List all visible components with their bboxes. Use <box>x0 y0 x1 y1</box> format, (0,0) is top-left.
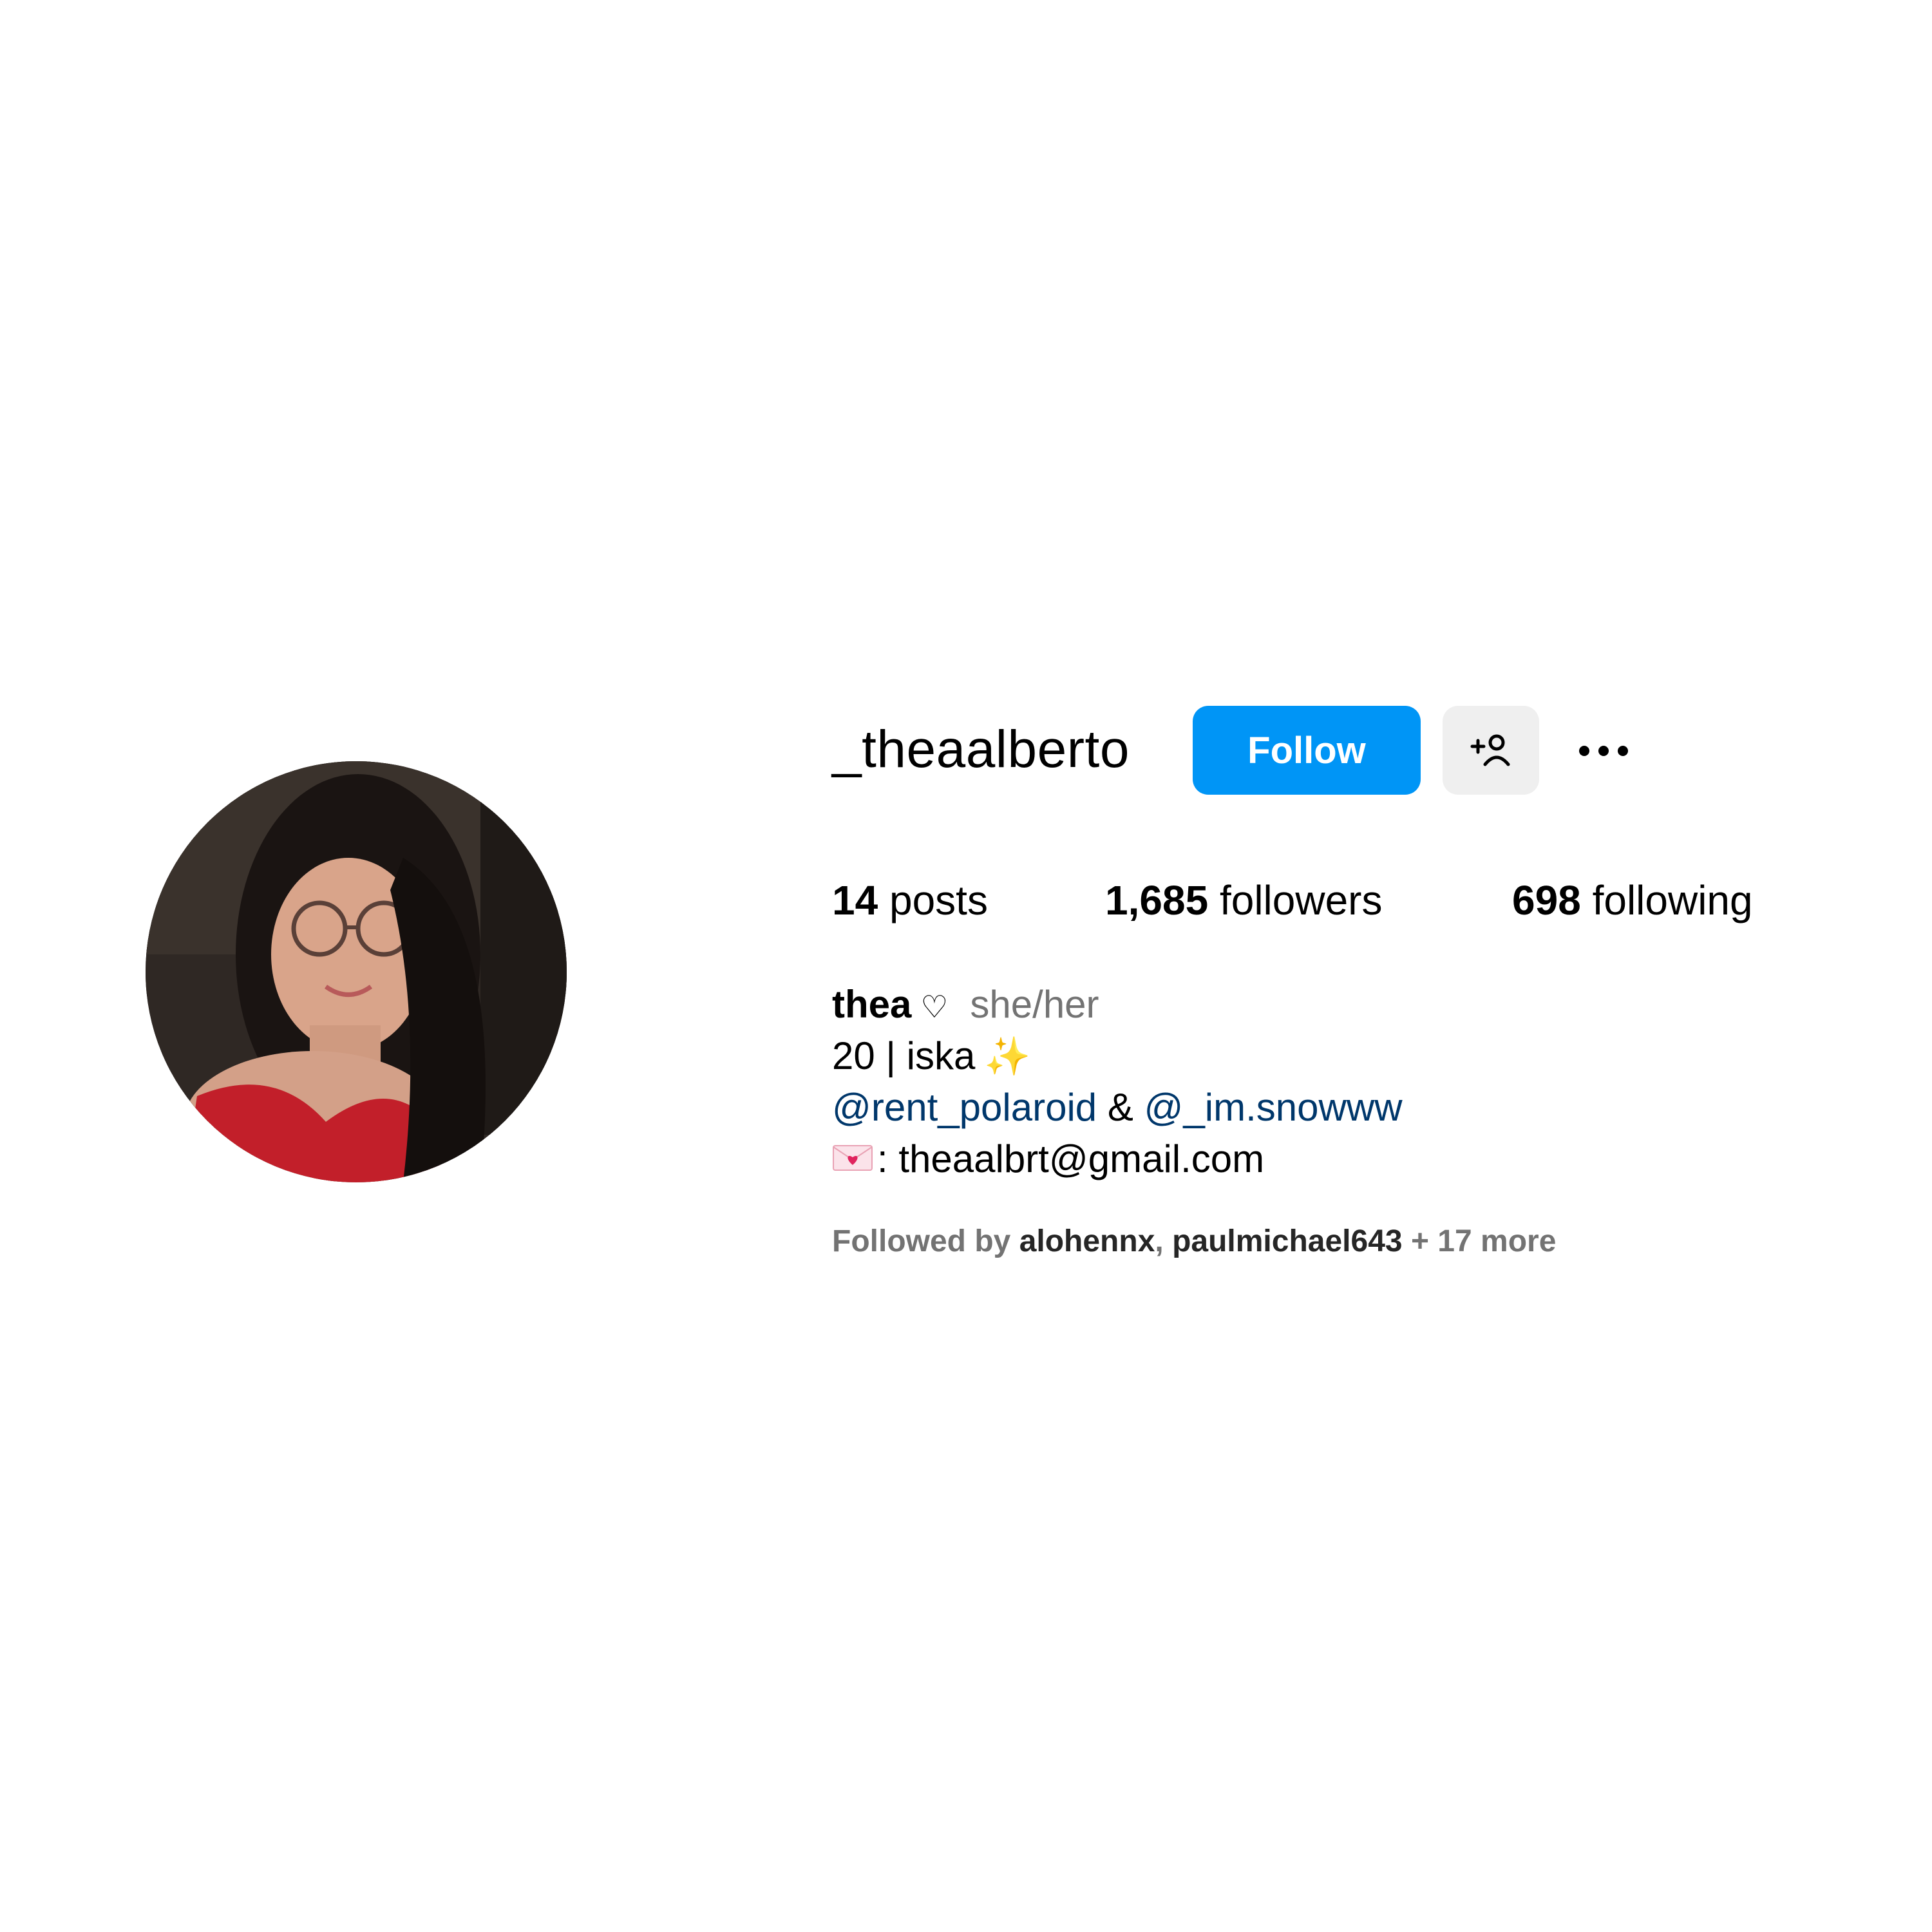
profile-username: _theaalberto <box>832 720 1130 779</box>
mention-link-im-snowww[interactable]: @_im.snowww <box>1144 1086 1403 1129</box>
followed-by[interactable]: Followed by alohennx, paulmichael643 + 1… <box>832 1221 1556 1262</box>
followed-by-prefix: Followed by <box>832 1224 1011 1258</box>
followed-by-more[interactable]: + 17 more <box>1411 1224 1556 1258</box>
more-options-icon <box>1579 746 1589 756</box>
follower-link-paulmichael643[interactable]: paulmichael643 <box>1172 1224 1403 1258</box>
mention-link-rent-polaroid[interactable]: @rent_polaroid <box>832 1086 1097 1129</box>
follower-link-alohennx[interactable]: alohennx <box>1019 1224 1155 1258</box>
bio-line-age: 20 | iska ✨ <box>832 1030 1403 1082</box>
posts-number: 14 <box>832 877 878 923</box>
following-link[interactable]: 698 following <box>1512 873 1753 927</box>
heart-icon: ♡ <box>920 990 949 1025</box>
sparkles-icon: ✨ <box>984 1036 1031 1077</box>
followed-by-separator: , <box>1155 1224 1164 1258</box>
bio-line-mentions: @rent_polaroid & @_im.snowww <box>832 1082 1403 1133</box>
following-label: following <box>1592 877 1753 923</box>
person-add-icon <box>1470 734 1510 766</box>
posts-label: posts <box>889 877 988 923</box>
followers-label: followers <box>1219 877 1383 923</box>
pronouns: she/her <box>970 983 1099 1026</box>
more-options-button[interactable] <box>1565 725 1642 777</box>
avatar-photo <box>146 761 567 1182</box>
bio-text: 20 | iska <box>832 1034 976 1077</box>
mention-connector: & <box>1107 1086 1133 1129</box>
bio-line-email: : theaalbrt@gmail.com <box>832 1133 1403 1185</box>
follow-button[interactable]: Follow <box>1193 706 1421 795</box>
posts-count: 14 posts <box>832 873 988 927</box>
more-options-icon-dot <box>1618 746 1628 756</box>
followers-number: 1,685 <box>1105 877 1209 923</box>
email-address: theaalbrt@gmail.com <box>898 1137 1265 1180</box>
profile-bio: thea ♡ she/her 20 | iska ✨ @rent_polaroid &… <box>832 979 1403 1185</box>
love-letter-icon <box>833 1145 873 1171</box>
email-prefix: : <box>877 1137 888 1180</box>
more-options-icon-dot <box>1598 746 1609 756</box>
profile-avatar[interactable] <box>146 761 567 1182</box>
followers-link[interactable]: 1,685 followers <box>1105 873 1382 927</box>
suggested-accounts-button[interactable] <box>1443 706 1539 795</box>
bio-name-line: thea ♡ she/her <box>832 979 1403 1030</box>
display-name: thea <box>832 983 912 1026</box>
following-number: 698 <box>1512 877 1581 923</box>
